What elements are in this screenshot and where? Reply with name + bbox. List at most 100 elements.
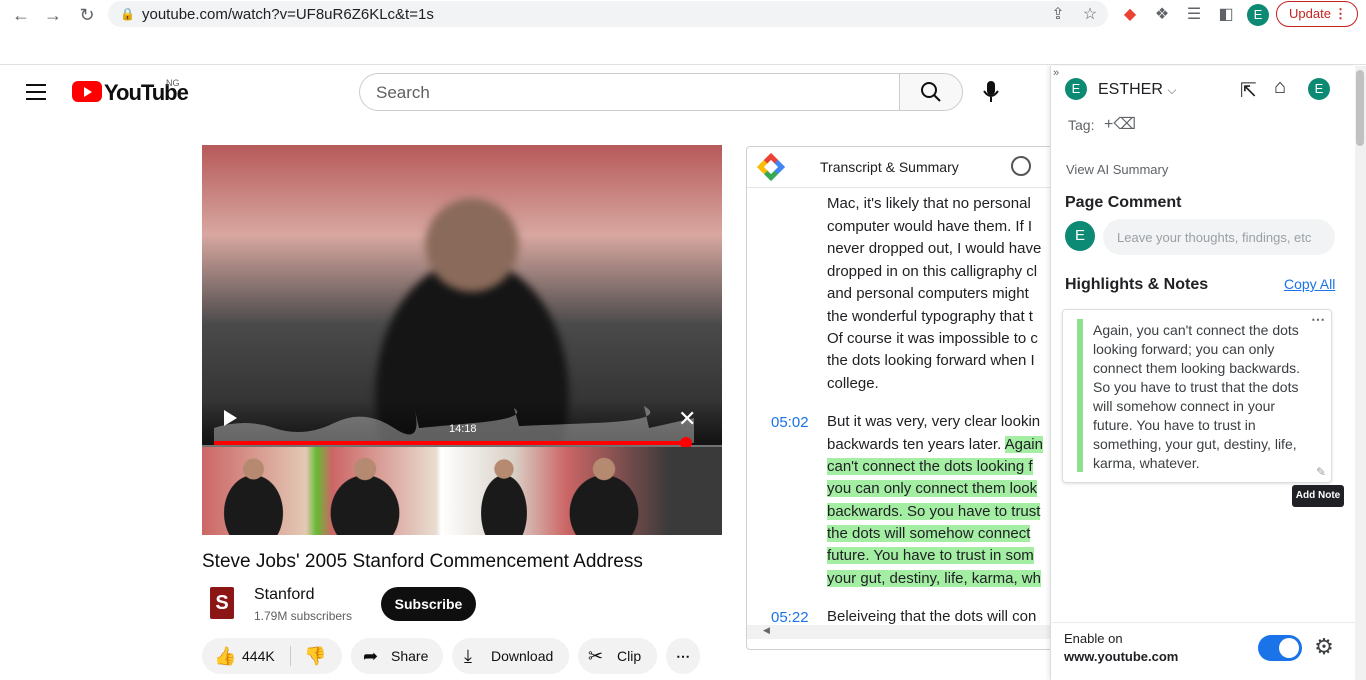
highlighted-text[interactable]: your gut, destiny, life, karma, wh: [827, 570, 1041, 587]
highlight-text-line: will somehow connect in your: [1093, 398, 1276, 414]
reload-icon[interactable]: ↻: [76, 4, 98, 26]
sidebar-scrollbar[interactable]: [1355, 66, 1366, 680]
transcript-timestamp[interactable]: 05:22: [771, 609, 809, 626]
comment-placeholder: Leave your thoughts, findings, etc: [1117, 230, 1312, 245]
transcript-line[interactable]: computer would have them. If I: [827, 216, 1032, 238]
collapse-icon[interactable]: »: [1053, 67, 1059, 79]
account-avatar[interactable]: E: [1308, 78, 1330, 100]
more-actions-button[interactable]: ⋯: [666, 638, 700, 674]
transcript-line[interactable]: backwards ten years later. Again: [827, 434, 1043, 456]
view-ai-summary-link[interactable]: View AI Summary: [1066, 162, 1168, 177]
share-label: Share: [391, 648, 429, 664]
share-icon: ➦: [363, 646, 379, 666]
storyboard-frame[interactable]: [544, 447, 664, 535]
clip-button[interactable]: ✂ Clip: [578, 638, 657, 674]
country-code: NG: [166, 78, 180, 88]
extension-logo-icon: [756, 152, 786, 182]
highlight-text-line: So you have to trust that the dots: [1093, 379, 1299, 395]
transcript-timestamp[interactable]: 05:02: [771, 414, 809, 431]
add-note-tooltip: Add Note: [1292, 485, 1344, 507]
home-icon[interactable]: ⌂: [1274, 76, 1286, 99]
media-control-icon[interactable]: ☰: [1184, 5, 1204, 25]
transcript-line[interactable]: college.: [827, 373, 879, 395]
download-label: Download: [491, 648, 554, 664]
transcript-line[interactable]: Of course it was impossible to c: [827, 328, 1038, 350]
commenter-avatar: E: [1065, 221, 1095, 251]
profile-avatar[interactable]: E: [1247, 4, 1269, 26]
highlighted-text[interactable]: can't connect the dots looking f: [827, 458, 1033, 475]
highlight-text-line: looking forward; you can only: [1093, 341, 1275, 357]
bookmark-star-icon[interactable]: ☆: [1080, 5, 1100, 25]
storyboard-strip[interactable]: [202, 447, 722, 535]
side-panel-icon[interactable]: ◧: [1216, 5, 1236, 25]
storyboard-frame[interactable]: [202, 447, 305, 535]
dislike-icon[interactable]: 👎: [304, 638, 326, 674]
highlight-text-line: future. You have to trust in: [1093, 417, 1256, 433]
user-avatar[interactable]: E: [1065, 78, 1087, 100]
url-text[interactable]: youtube.com/watch?v=UF8uR6Z6KLc&t=1s: [142, 6, 434, 23]
play-icon[interactable]: [224, 410, 237, 426]
search-input[interactable]: [359, 73, 899, 111]
share-page-icon[interactable]: ⇪: [1048, 5, 1068, 25]
close-icon[interactable]: ✕: [678, 408, 696, 430]
enable-toggle[interactable]: [1258, 635, 1302, 661]
highlight-text-line: karma, whatever.: [1093, 455, 1200, 471]
highlighted-text[interactable]: future. You have to trust in som: [827, 547, 1034, 564]
more-options-icon[interactable]: ⋯: [1311, 311, 1325, 328]
tag-label: Tag:: [1068, 117, 1095, 133]
lock-icon: 🔒: [120, 7, 135, 21]
divider: [290, 646, 291, 666]
storyboard-frame[interactable]: [305, 447, 425, 535]
storyboard-frame[interactable]: [464, 447, 544, 535]
subscribe-button[interactable]: Subscribe: [381, 587, 476, 621]
youtube-logo-icon[interactable]: [72, 81, 102, 102]
download-button[interactable]: ⤓ Download: [452, 638, 569, 674]
export-icon[interactable]: ⇱: [1240, 78, 1257, 103]
transcript-title[interactable]: Transcript & Summary: [820, 159, 959, 175]
transcript-line[interactable]: But it was very, very clear lookin: [827, 411, 1040, 433]
copy-all-link[interactable]: Copy All: [1284, 276, 1335, 292]
search-button[interactable]: [899, 73, 963, 111]
highlight-text-line: Again, you can't connect the dots: [1093, 322, 1299, 338]
update-button[interactable]: Update ⋮: [1276, 1, 1358, 27]
search-placeholder: Search: [376, 83, 430, 102]
forward-icon[interactable]: →: [42, 4, 64, 26]
sidebar-scrollbar-thumb[interactable]: [1356, 70, 1364, 146]
microphone-icon[interactable]: [982, 81, 1000, 103]
add-tag-icon[interactable]: +⌫: [1104, 114, 1136, 134]
scroll-left-icon[interactable]: ◀: [763, 625, 770, 636]
update-label: Update: [1289, 6, 1331, 21]
extensions-puzzle-icon[interactable]: ❖: [1152, 5, 1172, 25]
transcript-line[interactable]: and personal computers might: [827, 283, 1029, 305]
transcript-line[interactable]: Mac, it's likely that no personal: [827, 193, 1031, 215]
clip-label: Clip: [617, 648, 642, 664]
progress-bar[interactable]: [214, 441, 687, 445]
channel-avatar[interactable]: S: [210, 587, 234, 619]
like-dislike-group: 👍 444K 👎: [202, 638, 342, 674]
highlighted-text[interactable]: backwards. So you have to trust: [827, 503, 1041, 520]
transcript-line[interactable]: never dropped out, I would have: [827, 238, 1041, 260]
transcript-line[interactable]: dropped in on this calligraphy cl: [827, 261, 1037, 283]
like-count[interactable]: 444K: [242, 638, 275, 674]
back-icon[interactable]: ←: [10, 4, 32, 26]
extension-logo-icon[interactable]: ◆: [1120, 5, 1140, 25]
settings-gear-icon[interactable]: ⚙: [1312, 635, 1336, 659]
highlighted-text[interactable]: the dots will somehow connect: [827, 525, 1031, 542]
highlighted-text[interactable]: you can only connect them look: [827, 480, 1038, 497]
download-icon: ⤓: [464, 646, 472, 666]
channel-name[interactable]: Stanford: [254, 586, 314, 604]
highlighted-text[interactable]: Again: [1004, 436, 1043, 453]
seek-time-label: 14:18: [449, 423, 477, 435]
pencil-icon[interactable]: ✎: [1316, 466, 1328, 478]
share-button[interactable]: ➦ Share: [351, 638, 443, 674]
enable-on-label: Enable on: [1064, 631, 1123, 646]
openai-icon[interactable]: [1011, 156, 1031, 176]
transcript-text: backwards ten years later.: [827, 436, 1005, 453]
transcript-line[interactable]: the dots looking forward when I: [827, 350, 1035, 372]
menu-icon[interactable]: [26, 84, 46, 100]
transcript-line[interactable]: the wonderful typography that t: [827, 306, 1033, 328]
more-icon: ⋯: [676, 648, 690, 664]
user-name-dropdown[interactable]: ESTHER ⌵: [1098, 81, 1176, 99]
horizontal-scrollbar[interactable]: ◀: [747, 625, 1057, 639]
like-icon[interactable]: 👍: [214, 638, 236, 674]
